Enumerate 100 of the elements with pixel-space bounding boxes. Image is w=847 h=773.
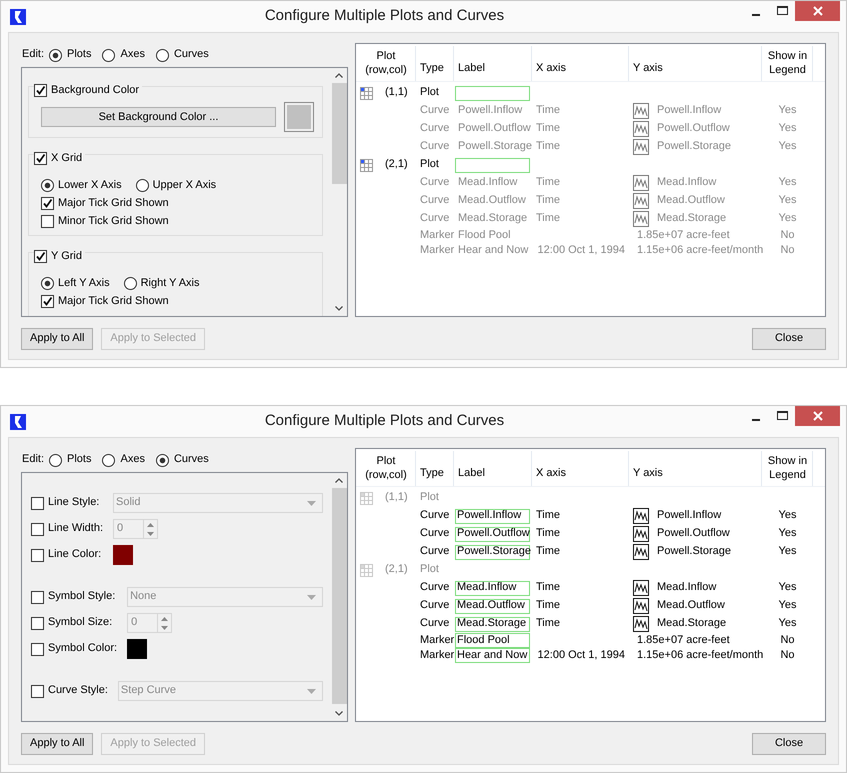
grid-icon [360,564,373,576]
checkbox[interactable] [31,590,44,604]
radio-button[interactable] [49,48,62,62]
color-swatch[interactable] [127,639,148,659]
scrollbar-thumb[interactable] [332,83,346,184]
checkbox[interactable] [31,522,44,536]
table-cell-text: Marker [419,244,454,258]
column-header[interactable]: Type [416,451,454,486]
label-field[interactable] [455,158,530,172]
checkbox[interactable] [34,84,47,97]
table-cell-text: Yes [778,140,798,154]
up-arrow-icon[interactable] [147,522,154,526]
column-header[interactable]: Plot (row,col) [356,451,416,486]
minimize-icon [752,418,760,420]
table-cell-text: Yes [778,212,798,226]
close-button[interactable]: Close [752,733,826,755]
close-icon [812,6,822,16]
close-button[interactable] [795,406,840,426]
line-graph-icon [633,175,649,191]
checkbox[interactable] [41,214,54,228]
checkbox[interactable] [41,295,54,308]
column-header[interactable]: Type [416,46,454,81]
group-title: Background Color [51,84,140,98]
table-cell-text: No [779,634,796,648]
table-cell-text: Marker [419,228,454,242]
column-header[interactable]: Show in Legend [762,46,813,81]
radio-button[interactable] [102,48,116,62]
table-cell-text: Plot [419,86,440,100]
radio-button[interactable] [156,48,169,62]
table-cell-text: (2,1) [384,563,408,577]
label-field[interactable]: Mead.Outflow [455,598,530,614]
caret-icon [307,594,316,600]
label-field[interactable]: Mead.Storage [455,616,530,632]
checkbox[interactable] [34,152,47,166]
line-graph-icon [633,580,649,596]
label-field[interactable]: Mead.Inflow [455,580,530,596]
table-cell-text: Plot [419,491,440,505]
table-cell-text: Time [535,527,562,541]
table-cell-text: Curve [419,509,450,523]
maximize-icon [776,411,788,421]
minimize-icon [752,14,760,16]
radio-button[interactable] [156,454,169,466]
table-cell-text: Marker [419,634,454,648]
label-field[interactable]: Powell.Storage [455,544,530,560]
radio-button[interactable] [124,277,137,290]
label-field[interactable] [455,86,530,100]
column-header[interactable]: Plot (row,col) [356,46,416,81]
color-swatch[interactable] [284,102,314,132]
radio-button[interactable] [41,178,54,192]
table-cell-text: Mead.Inflow [457,176,518,190]
column-header[interactable]: Label [454,451,532,486]
app-logo-icon [10,414,26,430]
down-arrow-icon[interactable] [147,532,154,536]
column-header[interactable]: Label [454,46,532,81]
radio-button[interactable] [102,454,116,466]
option-label: Left Y Axis [58,276,110,290]
table-cell-text: Time [535,212,562,226]
table-cell-text: (2,1) [384,158,408,172]
color-swatch[interactable] [113,545,134,565]
table-cell-text: 1.85e+07 acre-feet [636,634,730,648]
table-cell-text: Hear and Now [457,244,530,258]
label-field[interactable]: Powell.Inflow [455,508,530,524]
column-header[interactable]: Y axis [629,46,762,81]
checkbox[interactable] [31,496,44,510]
field-label: Curve Style: [48,684,108,698]
label-field[interactable]: Powell.Outflow [455,526,530,542]
checkbox[interactable] [34,250,47,264]
column-header[interactable]: Show in Legend [762,451,813,486]
radio-button[interactable] [41,277,54,290]
radio-button[interactable] [49,454,62,466]
table-cell-text: Powell.Outflow [656,122,730,136]
table-cell-text: Yes [778,581,798,595]
radio-button[interactable] [136,178,149,192]
column-header[interactable]: X axis [532,46,629,81]
table-cell-text: Time [535,581,562,595]
table-cell-text: Curve [419,212,450,226]
checkbox[interactable] [31,684,44,698]
table-cell-text: (1,1) [384,86,408,100]
column-header[interactable]: X axis [532,451,629,486]
label-field[interactable]: Hear and Now [455,648,530,663]
checkbox[interactable] [31,616,44,630]
table-cell-text: Time [535,617,562,631]
table-cell-text: Curve [419,599,450,613]
close-button[interactable]: Close [752,328,826,350]
label-field[interactable]: Flood Pool [455,633,530,648]
close-button[interactable] [795,1,840,21]
column-header[interactable]: Y axis [629,451,762,486]
option-label: Curves [174,453,209,467]
apply-button[interactable]: Apply to All [21,328,94,350]
down-arrow-icon[interactable] [161,626,168,630]
checkbox[interactable] [31,642,44,656]
table-cell-text: Yes [778,176,798,190]
up-arrow-icon[interactable] [161,616,168,620]
checkbox[interactable] [31,548,44,562]
checkbox[interactable] [41,196,54,210]
apply-button[interactable]: Apply to All [21,733,94,755]
scrollbar-thumb[interactable] [332,488,346,704]
table-cell-text: Powell.Storage [656,545,731,559]
edit-label: Edit: [22,453,44,467]
set-color-button[interactable]: Set Background Color ... [41,107,276,128]
